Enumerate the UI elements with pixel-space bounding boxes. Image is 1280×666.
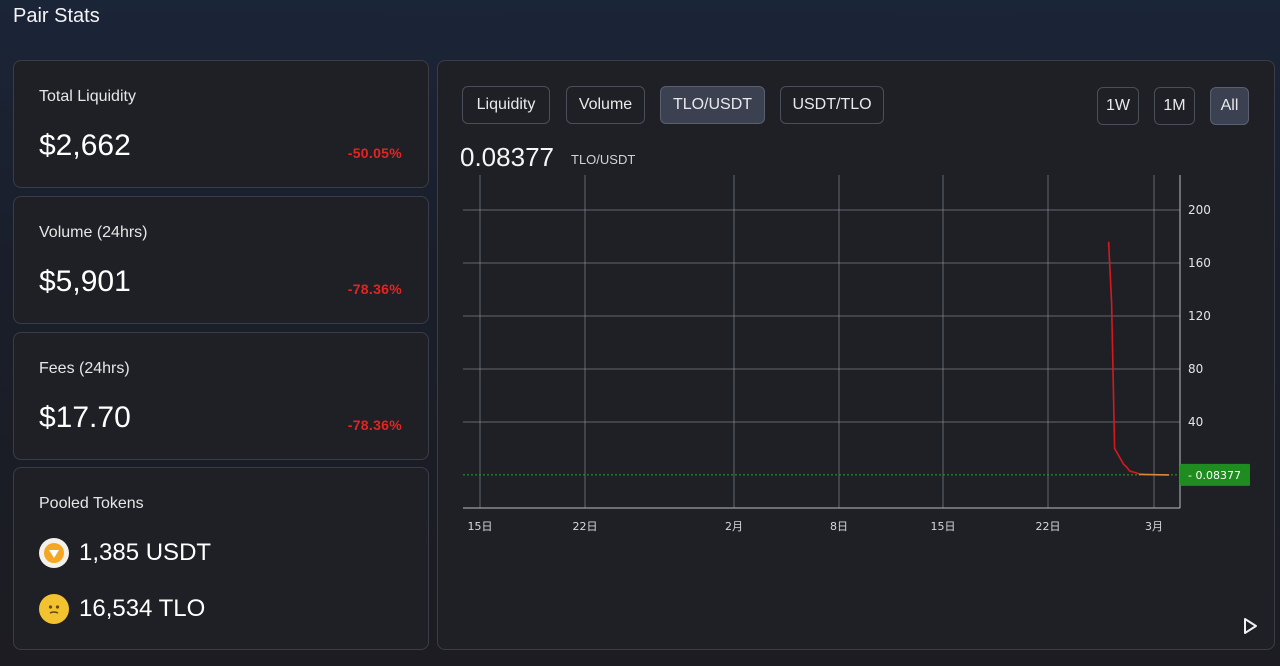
token-amount: 1,385 USDT [79,539,212,566]
current-price: 0.08377 [460,142,554,172]
stat-change: -50.05% [347,145,402,161]
stat-change: -78.36% [347,281,402,297]
stat-label: Volume (24hrs) [39,224,148,241]
tab-liquidity[interactable]: Liquidity [462,86,550,124]
stat-value: $2,662 [39,129,131,162]
page-title: Pair Stats [13,5,100,27]
stat-change: -78.36% [347,417,402,433]
range-all-button[interactable]: All [1210,87,1249,125]
range-1m-button[interactable]: 1M [1154,87,1195,125]
stat-card-volume: Volume (24hrs) $5,901 -78.36% [13,196,429,324]
usdt-token-icon [39,538,69,568]
pooled-tokens-label: Pooled Tokens [39,495,144,512]
play-icon[interactable] [1240,615,1260,637]
chart-panel [437,60,1275,650]
token-row-tlo: 16,534 TLO [39,594,205,624]
stat-label: Total Liquidity [39,88,136,105]
range-1w-button[interactable]: 1W [1097,87,1139,125]
token-amount: 16,534 TLO [79,595,206,622]
price-unit: TLO/USDT [571,152,636,167]
token-row-usdt: 1,385 USDT [39,538,211,568]
tab-volume[interactable]: Volume [566,86,645,124]
pooled-tokens-card: Pooled Tokens 1,385 USDT 16,534 TLO [13,467,429,650]
stat-value: $17.70 [39,401,131,434]
stat-label: Fees (24hrs) [39,360,130,377]
tab-usdt-tlo[interactable]: USDT/TLO [780,86,884,124]
tab-tlo-usdt[interactable]: TLO/USDT [660,86,765,124]
stat-card-total-liquidity: Total Liquidity $2,662 -50.05% [13,60,429,188]
stat-value: $5,901 [39,265,131,298]
stat-card-fees: Fees (24hrs) $17.70 -78.36% [13,332,429,460]
tlo-token-icon [39,594,69,624]
